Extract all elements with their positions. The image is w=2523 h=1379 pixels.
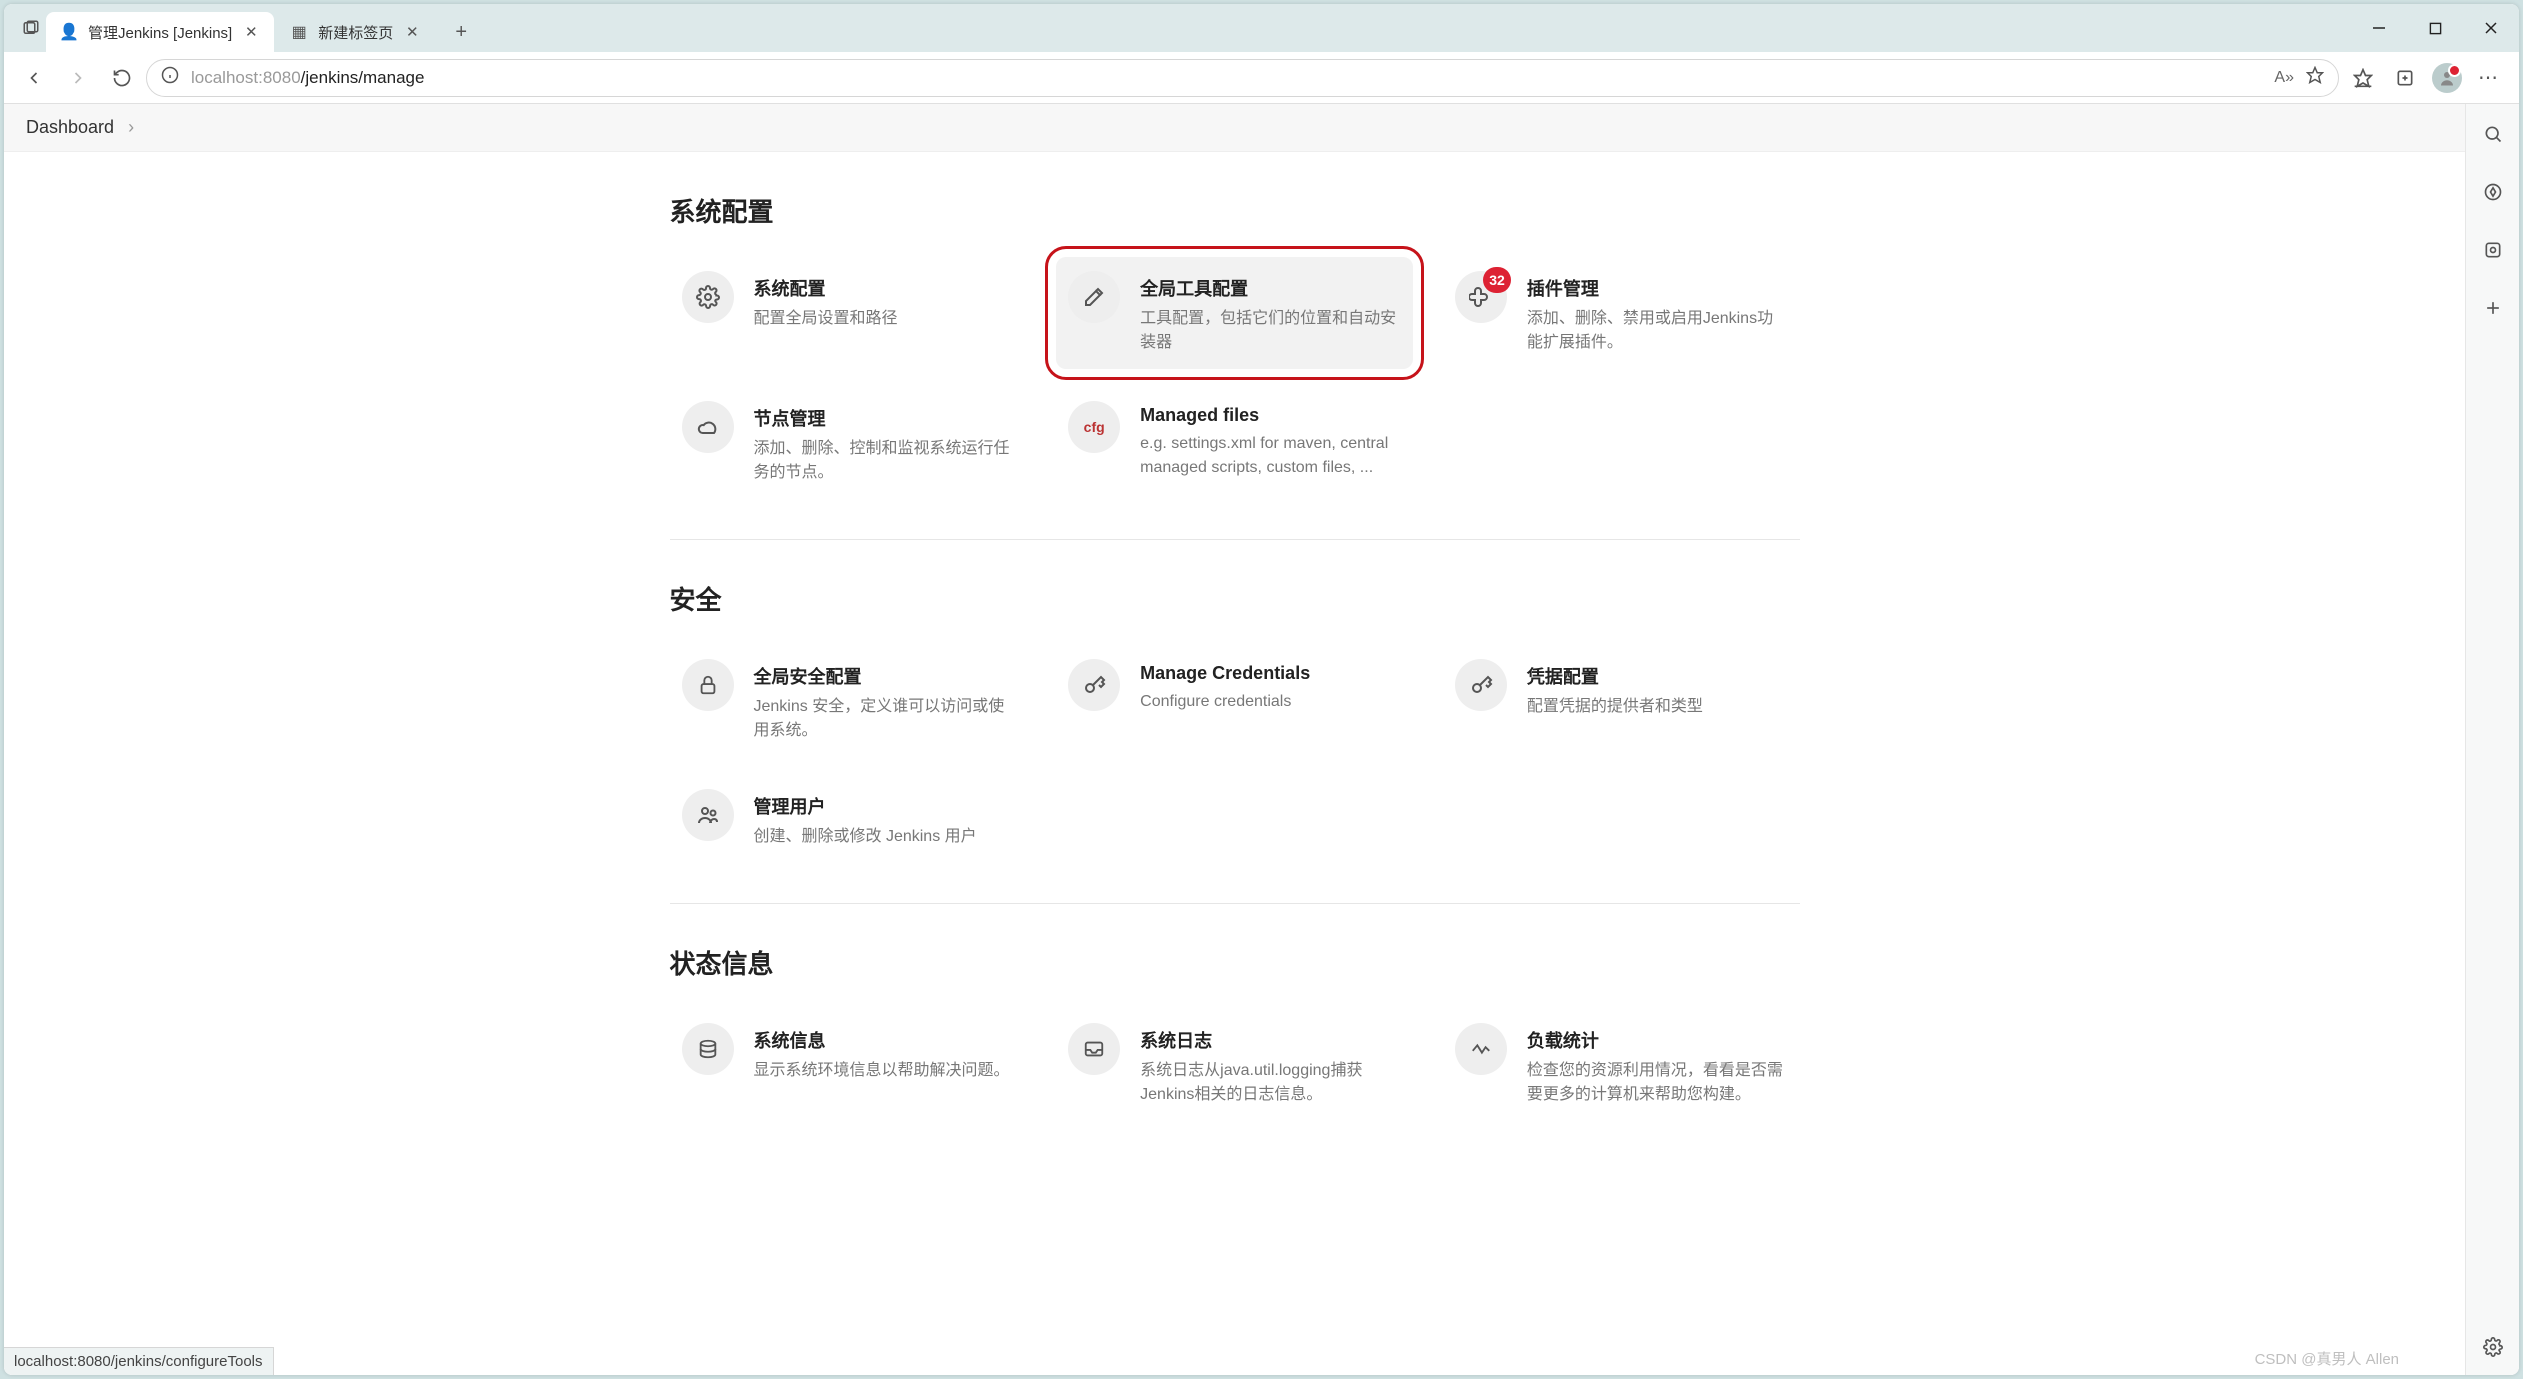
new-tab-button[interactable]: + [443, 14, 479, 50]
site-info-icon[interactable] [161, 66, 179, 89]
breadcrumb: Dashboard › [4, 104, 2465, 152]
card-desc: 工具配置，包括它们的位置和自动安装器 [1140, 307, 1401, 355]
add-sidebar-button[interactable] [2475, 290, 2511, 326]
keys-icon [1068, 659, 1120, 711]
hammer-icon [1068, 271, 1120, 323]
tab-actions-icon[interactable] [16, 13, 46, 43]
card-title: 系统配置 [754, 275, 898, 301]
browser-tab-1[interactable]: ▦ 新建标签页 ✕ [276, 12, 435, 52]
database-icon [682, 1023, 734, 1075]
card-title: Manage Credentials [1140, 663, 1310, 684]
activity-icon [1455, 1023, 1507, 1075]
card-desc: 显示系统环境信息以帮助解决问题。 [754, 1059, 1010, 1083]
card-manage-users[interactable]: 管理用户 创建、删除或修改 Jenkins 用户 [670, 775, 1027, 863]
close-icon[interactable]: ✕ [242, 23, 260, 41]
sidebar-settings-icon[interactable] [2475, 1329, 2511, 1365]
tools-icon[interactable] [2475, 232, 2511, 268]
badge-count: 32 [1483, 267, 1511, 293]
card-load-stats[interactable]: 负载统计 检查您的资源利用情况，看看是否需要更多的计算机来帮助您构建。 [1443, 1009, 1800, 1121]
section-title-system: 系统配置 [670, 192, 1800, 229]
jenkins-favicon: 👤 [60, 23, 78, 41]
card-desc: 配置全局设置和路径 [754, 307, 898, 331]
url-input[interactable]: localhost:8080/jenkins/manage A» [146, 59, 2339, 97]
card-global-tool-config[interactable]: 全局工具配置 工具配置，包括它们的位置和自动安装器 [1056, 257, 1413, 369]
card-title: 全局安全配置 [754, 663, 1015, 689]
card-credential-config[interactable]: 凭据配置 配置凭据的提供者和类型 [1443, 645, 1800, 757]
favorite-icon[interactable] [2306, 66, 2324, 89]
card-desc: 创建、删除或修改 Jenkins 用户 [754, 825, 977, 849]
search-icon[interactable] [2475, 116, 2511, 152]
card-system-info[interactable]: 系统信息 显示系统环境信息以帮助解决问题。 [670, 1009, 1027, 1121]
collections-button[interactable] [2385, 58, 2425, 98]
card-node-manager[interactable]: 节点管理 添加、删除、控制和监视系统运行任务的节点。 [670, 387, 1027, 499]
card-desc: Configure credentials [1140, 690, 1310, 714]
card-system-config[interactable]: 系统配置 配置全局设置和路径 [670, 257, 1027, 369]
card-title: 全局工具配置 [1140, 275, 1401, 301]
browser-address-bar: localhost:8080/jenkins/manage A» ⋯ [4, 52, 2519, 104]
back-button[interactable] [14, 58, 54, 98]
card-desc: 添加、删除、控制和监视系统运行任务的节点。 [754, 437, 1015, 485]
puzzle-icon: 32 [1455, 271, 1507, 323]
forward-button[interactable] [58, 58, 98, 98]
card-title: Managed files [1140, 405, 1401, 426]
breadcrumb-item[interactable]: Dashboard [26, 117, 114, 138]
card-desc: e.g. settings.xml for maven, central man… [1140, 432, 1401, 480]
close-icon[interactable]: ✕ [403, 23, 421, 41]
profile-button[interactable] [2427, 58, 2467, 98]
settings-more-button[interactable]: ⋯ [2469, 65, 2509, 90]
window-maximize-button[interactable] [2407, 4, 2463, 52]
card-title: 插件管理 [1527, 275, 1788, 301]
card-managed-files[interactable]: cfg Managed files e.g. settings.xml for … [1056, 387, 1413, 499]
cfg-icon: cfg [1068, 401, 1120, 453]
card-title: 系统日志 [1140, 1027, 1401, 1053]
statusbar-link-preview: localhost:8080/jenkins/configureTools [4, 1347, 274, 1375]
discover-icon[interactable] [2475, 174, 2511, 210]
window-close-button[interactable] [2463, 4, 2519, 52]
card-desc: 系统日志从java.util.logging捕获Jenkins相关的日志信息。 [1140, 1059, 1401, 1107]
window-minimize-button[interactable] [2351, 4, 2407, 52]
page-favicon: ▦ [290, 23, 308, 41]
avatar [2432, 63, 2462, 93]
card-system-log[interactable]: 系统日志 系统日志从java.util.logging捕获Jenkins相关的日… [1056, 1009, 1413, 1121]
edge-sidebar [2465, 104, 2519, 1375]
card-desc: 检查您的资源利用情况，看看是否需要更多的计算机来帮助您构建。 [1527, 1059, 1788, 1107]
lock-icon [682, 659, 734, 711]
url-text: localhost:8080/jenkins/manage [191, 68, 2262, 88]
card-desc: 添加、删除、禁用或启用Jenkins功能扩展插件。 [1527, 307, 1788, 355]
tab-title: 新建标签页 [318, 22, 393, 43]
card-plugin-manager[interactable]: 32 插件管理 添加、删除、禁用或启用Jenkins功能扩展插件。 [1443, 257, 1800, 369]
users-icon [682, 789, 734, 841]
section-title-security: 安全 [670, 580, 1800, 617]
card-title: 系统信息 [754, 1027, 1010, 1053]
card-title: 管理用户 [754, 793, 977, 819]
card-desc: Jenkins 安全，定义谁可以访问或使用系统。 [754, 695, 1015, 743]
cloud-icon [682, 401, 734, 453]
section-divider [670, 539, 1800, 540]
card-global-security[interactable]: 全局安全配置 Jenkins 安全，定义谁可以访问或使用系统。 [670, 645, 1027, 757]
reading-mode-label[interactable]: A» [2274, 69, 2294, 87]
card-desc: 配置凭据的提供者和类型 [1527, 695, 1703, 719]
gear-icon [682, 271, 734, 323]
section-divider [670, 903, 1800, 904]
browser-tab-0[interactable]: 👤 管理Jenkins [Jenkins] ✕ [46, 12, 274, 52]
refresh-button[interactable] [102, 58, 142, 98]
card-title: 负载统计 [1527, 1027, 1788, 1053]
card-title: 凭据配置 [1527, 663, 1703, 689]
browser-titlebar: 👤 管理Jenkins [Jenkins] ✕ ▦ 新建标签页 ✕ + [4, 4, 2519, 52]
keys-icon [1455, 659, 1507, 711]
page-scroll-area[interactable]: 系统配置 系统配置 配置全局设置和路径 全局工具配置 [4, 152, 2465, 1375]
favorites-button[interactable] [2343, 58, 2383, 98]
card-title: 节点管理 [754, 405, 1015, 431]
card-manage-credentials[interactable]: Manage Credentials Configure credentials [1056, 645, 1413, 757]
chevron-right-icon: › [128, 117, 134, 138]
tab-title: 管理Jenkins [Jenkins] [88, 22, 232, 43]
inbox-icon [1068, 1023, 1120, 1075]
section-title-status: 状态信息 [670, 944, 1800, 981]
